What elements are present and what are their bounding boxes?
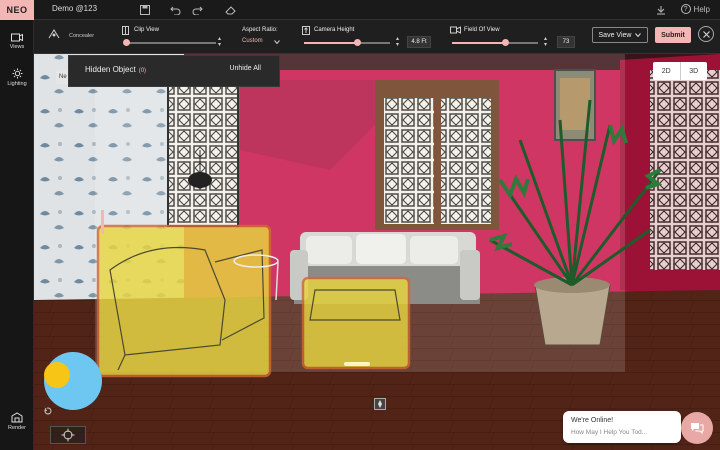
field-of-view-value[interactable]: 73 (557, 36, 575, 48)
help-icon: ? (680, 4, 691, 14)
collapsed-tab[interactable]: Ne (56, 70, 68, 84)
camera-height-value[interactable]: 4.8 Ft (407, 36, 431, 48)
camera-height-icon (302, 26, 310, 35)
view-3d-button[interactable]: 3D (679, 62, 708, 80)
recenter-button[interactable] (50, 426, 86, 444)
slider-knob[interactable] (123, 39, 131, 46)
views-camera-icon (11, 33, 23, 42)
help-link[interactable]: ? Help (680, 4, 710, 14)
render-building-icon (11, 412, 23, 423)
hidden-object-panel: Hidden Object (0) Unhide All (68, 55, 280, 87)
save-icon[interactable] (138, 3, 152, 17)
concealer-tool[interactable]: Concealer (48, 29, 98, 45)
aspect-ratio-value: Custom (242, 38, 263, 44)
chat-icon (691, 423, 704, 434)
slider-knob[interactable] (353, 39, 361, 46)
undo-icon[interactable] (168, 3, 182, 17)
camera-height-label: Camera Height (314, 27, 355, 33)
unhide-all-button[interactable]: Unhide All (229, 65, 261, 72)
sidebar-item-views[interactable]: Views (0, 32, 34, 50)
download-icon[interactable] (654, 3, 668, 17)
sidebar-item-lighting[interactable]: Lighting (0, 68, 34, 87)
slider-knob[interactable] (501, 39, 509, 46)
camera-toolbar: Concealer Clip View ▴ ▾ Aspect Ratio: Cus… (34, 20, 720, 54)
sidebar-item-label: Lighting (7, 81, 27, 87)
sidebar-item-label: Render (7, 425, 27, 431)
clip-view-stepper[interactable]: ▴ ▾ (218, 36, 221, 48)
chat-prompt[interactable]: We're Online! How May I Help You Tod... (563, 411, 681, 443)
reset-rotation-icon[interactable] (44, 407, 52, 415)
left-sidebar: Views Lighting Render (0, 20, 34, 450)
help-label: Help (693, 4, 710, 14)
pendant-lamp (188, 172, 212, 188)
armchair-highlight[interactable] (96, 224, 272, 378)
clip-view-slider[interactable] (123, 39, 216, 46)
camera-height-stepper[interactable]: ▴ ▾ (396, 36, 399, 48)
submit-button[interactable]: Submit (655, 27, 691, 43)
view-mode-toggle: 2D 3D (653, 62, 707, 80)
field-of-view-icon (450, 26, 461, 34)
sidebar-item-render[interactable]: Render (0, 412, 34, 431)
hidden-object-title-text: Hidden Object (85, 65, 136, 74)
crosshair-icon (61, 428, 75, 442)
save-view-label: Save View (598, 31, 632, 39)
top-bar: NEO Demo @123 ? Help (0, 0, 720, 20)
aspect-ratio-label: Aspect Ratio: (242, 27, 278, 33)
hidden-object-count: (0) (138, 68, 147, 74)
field-of-view-label: Field Of View (464, 27, 500, 33)
walk-navigator-icon[interactable] (374, 398, 386, 410)
chevron-down-icon (635, 33, 642, 37)
chevron-down-icon (274, 40, 280, 44)
view-2d-button[interactable]: 2D (653, 62, 680, 80)
concealer-label: Concealer (69, 33, 95, 39)
right-lattice-window (650, 70, 720, 270)
chat-button[interactable] (681, 412, 713, 444)
close-icon (702, 30, 710, 38)
camera-height-slider[interactable] (304, 39, 390, 46)
concealer-icon (48, 29, 60, 39)
field-of-view-stepper[interactable]: ▴ ▾ (544, 36, 547, 48)
hidden-object-title: Hidden Object (0) (85, 65, 146, 74)
close-button[interactable] (698, 26, 714, 42)
field-of-view-slider[interactable] (452, 39, 538, 46)
project-name[interactable]: Demo @123 (52, 4, 97, 13)
chat-line-1: We're Online! (571, 417, 614, 424)
clip-view-label: Clip View (134, 27, 159, 33)
chat-line-2: How May I Help You Tod... (571, 429, 648, 436)
sidebar-item-label: Views (9, 44, 25, 50)
app-logo: NEO (0, 0, 34, 20)
save-view-button[interactable]: Save View (592, 27, 648, 43)
coffee-table-highlight[interactable] (301, 276, 411, 370)
clip-handle[interactable] (101, 210, 104, 234)
lighting-sun-icon (12, 68, 22, 79)
eraser-icon[interactable] (224, 3, 238, 17)
app-root: NEO Demo @123 ? Help Views Lighting Rend… (0, 0, 720, 450)
redo-icon[interactable] (190, 3, 204, 17)
sun-handle[interactable] (44, 362, 70, 388)
clip-view-icon (122, 26, 129, 35)
aspect-ratio-select[interactable]: Custom (242, 37, 282, 47)
